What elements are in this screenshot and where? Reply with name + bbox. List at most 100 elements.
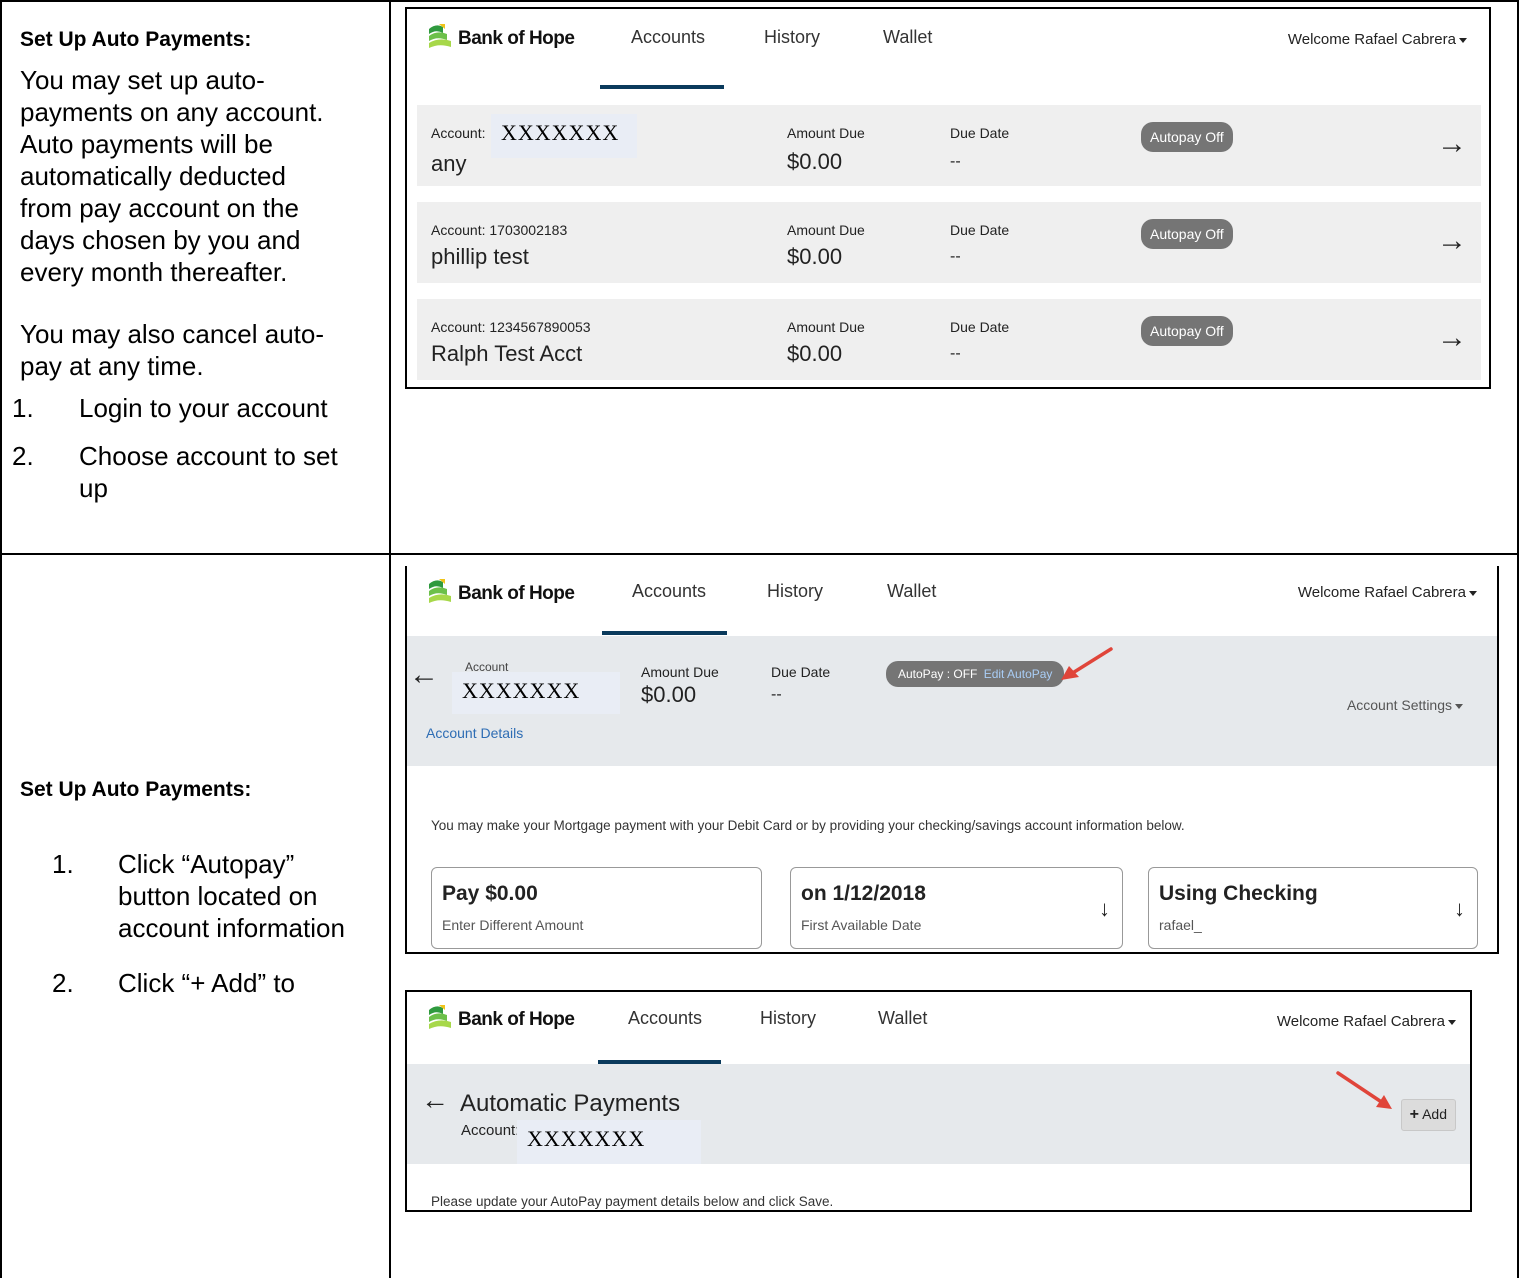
para-line: automatically deducted <box>20 161 286 191</box>
step-line: account information <box>118 913 345 943</box>
caret-down-icon <box>1469 590 1477 596</box>
amount-due-label: Amount Due <box>787 222 865 238</box>
autopay-status-pill[interactable]: Autopay Off <box>1141 219 1233 249</box>
account-row[interactable]: Account: 1234567890053 Ralph Test Acct A… <box>417 299 1481 380</box>
step-line: Click “+ Add” to <box>118 968 296 998</box>
step-line: button located on <box>118 881 318 911</box>
masked-account-number: XXXXXXX <box>452 672 620 714</box>
section1-paragraph: You may set up auto- payments on any acc… <box>20 64 380 288</box>
bank-logo-icon <box>429 579 451 603</box>
table-border-left <box>0 0 2 1278</box>
table-column-divider <box>389 0 391 1278</box>
nav-accounts[interactable]: Accounts <box>631 27 705 48</box>
payment-instruction: You may make your Mortgage payment with … <box>431 818 1185 833</box>
section2-text: Set Up Auto Payments: 1. Click “Autopay”… <box>20 778 385 999</box>
section1-steps: 1. Login to your account 2. Choose accou… <box>12 392 380 504</box>
account-header-band: ← Account XXXXXXX Amount Due $0.00 Due D… <box>407 636 1497 766</box>
nav-history[interactable]: History <box>764 27 820 48</box>
nav-wallet[interactable]: Wallet <box>878 1008 927 1029</box>
caret-down-icon <box>1448 1019 1456 1025</box>
autopay-status-pill[interactable]: Autopay Off <box>1141 122 1233 152</box>
forward-arrow-icon[interactable]: → <box>1437 127 1467 161</box>
pay-date: on 1/12/2018 <box>801 882 926 905</box>
nav-accounts[interactable]: Accounts <box>632 581 706 602</box>
account-label: Account: 1703002183 <box>431 222 568 238</box>
due-date-value: -- <box>950 345 961 362</box>
account-row[interactable]: Account: 1703002183 phillip test Amount … <box>417 202 1481 283</box>
autopay-status-pill[interactable]: Autopay Off <box>1141 316 1233 346</box>
account-label: Account: <box>461 1122 520 1139</box>
red-annotation-arrow <box>1336 1071 1392 1109</box>
step-item: 2. Click “+ Add” to <box>52 967 385 999</box>
due-date-value: -- <box>950 153 961 170</box>
bank-logo[interactable]: Bank of Hope <box>427 23 575 51</box>
account-settings-menu[interactable]: Account Settings <box>1347 697 1463 713</box>
enter-different-amount-link[interactable]: Enter Different Amount <box>442 917 583 933</box>
nav-history[interactable]: History <box>767 581 823 602</box>
add-button[interactable]: + Add <box>1400 1099 1456 1131</box>
nav-active-indicator <box>602 631 727 635</box>
para-line: payments on any account. <box>20 97 324 127</box>
red-annotation-arrow <box>1061 647 1113 680</box>
autopay-status: AutoPay : OFF <box>898 667 978 681</box>
step-line: Click “Autopay” <box>118 849 295 879</box>
step-line: Choose account to set <box>79 441 338 471</box>
pay-amount: Pay $0.00 <box>442 882 538 905</box>
top-nav: Bank of Hope Accounts History Wallet Wel… <box>407 9 1489 89</box>
account-label: Account: <box>431 125 486 141</box>
pay-date-box[interactable]: on 1/12/2018 First Available Date ↓ <box>790 867 1123 949</box>
plus-icon: + <box>1409 1106 1419 1123</box>
step-number: 2. <box>52 968 74 998</box>
amount-due-label: Amount Due <box>787 319 865 335</box>
table-border-top <box>0 0 1519 2</box>
account-details-link[interactable]: Account Details <box>426 725 523 741</box>
bank-logo-icon <box>429 24 451 48</box>
pay-amount-box[interactable]: Pay $0.00 Enter Different Amount <box>431 867 762 949</box>
user-menu[interactable]: Welcome Rafael Cabrera <box>1298 584 1477 601</box>
section1-paragraph-cancel: You may also cancel auto- pay at any tim… <box>20 318 380 382</box>
amount-due-value: $0.00 <box>787 341 843 366</box>
para-line: You may also cancel auto- <box>20 319 325 349</box>
account-name: phillip test <box>431 244 529 269</box>
section1-text: Set Up Auto Payments: You may set up aut… <box>12 28 380 504</box>
para-line: from pay account on the <box>20 193 299 223</box>
forward-arrow-icon[interactable]: → <box>1437 224 1467 258</box>
step-item: 1. Login to your account <box>12 392 380 424</box>
para-line: You may set up auto- <box>20 65 265 95</box>
nav-active-indicator <box>600 85 724 89</box>
due-date-label: Due Date <box>950 125 1010 141</box>
amount-due-value: $0.00 <box>787 244 843 269</box>
welcome-text: Welcome Rafael Cabrera <box>1297 584 1466 601</box>
due-date-value: -- <box>771 686 782 703</box>
account-row[interactable]: Account: XXXXXXX any Amount Due $0.00 Du… <box>417 105 1481 186</box>
back-arrow-icon[interactable]: ← <box>409 658 439 692</box>
due-date-label: Due Date <box>950 222 1010 238</box>
step-item: 1. Click “Autopay” button located on acc… <box>52 848 385 944</box>
down-arrow-icon[interactable]: ↓ <box>1454 896 1465 922</box>
welcome-text: Welcome Rafael Cabrera <box>1287 31 1456 48</box>
forward-arrow-icon[interactable]: → <box>1437 321 1467 355</box>
bank-logo[interactable]: Bank of Hope <box>427 578 575 606</box>
autopay-toggle[interactable]: AutoPay : OFF Edit AutoPay <box>886 661 1065 687</box>
nav-wallet[interactable]: Wallet <box>887 581 936 602</box>
edit-autopay-link[interactable]: Edit AutoPay <box>984 667 1053 681</box>
user-menu[interactable]: Welcome Rafael Cabrera <box>1288 31 1467 48</box>
nav-wallet[interactable]: Wallet <box>883 27 932 48</box>
due-date-label: Due Date <box>950 319 1010 335</box>
nav-history[interactable]: History <box>760 1008 816 1029</box>
pay-method-box[interactable]: Using Checking rafael_ ↓ <box>1148 867 1478 949</box>
bank-logo[interactable]: Bank of Hope <box>427 1004 575 1032</box>
down-arrow-icon[interactable]: ↓ <box>1099 896 1110 922</box>
amount-due-value: $0.00 <box>641 682 697 707</box>
pay-method: Using Checking <box>1159 882 1318 905</box>
caret-down-icon <box>1455 703 1463 709</box>
para-line: days chosen by you and <box>20 225 301 255</box>
nav-accounts[interactable]: Accounts <box>628 1008 702 1029</box>
user-menu[interactable]: Welcome Rafael Cabrera <box>1277 1013 1456 1030</box>
back-arrow-icon[interactable]: ← <box>421 1084 449 1116</box>
table-row-divider <box>0 553 1519 555</box>
bank-name: Bank of Hope <box>458 1009 575 1030</box>
first-available-date: First Available Date <box>801 917 922 933</box>
due-date-value: -- <box>950 248 961 265</box>
masked-account-number: XXXXXXX <box>491 114 637 158</box>
